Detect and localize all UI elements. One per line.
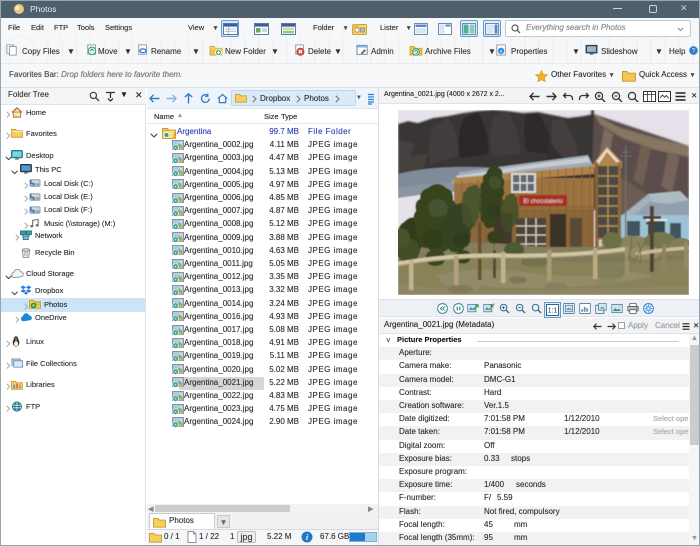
svg-text:El chocolaterio: El chocolaterio bbox=[523, 199, 563, 205]
svg-text:1:1: 1:1 bbox=[548, 308, 558, 315]
